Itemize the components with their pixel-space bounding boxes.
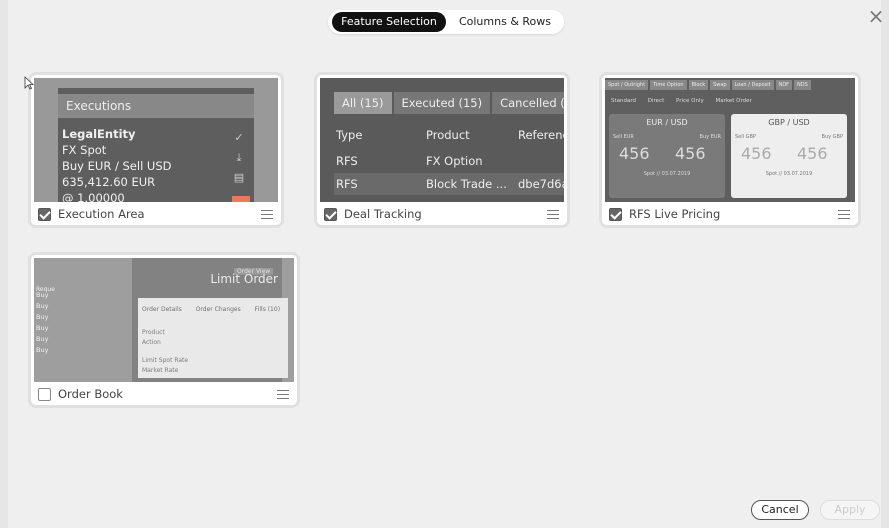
table-row: Buy [36,335,49,343]
cancel-button[interactable]: Cancel [751,500,809,520]
menu-icon[interactable] [838,210,850,219]
column-header: Product [426,128,470,142]
table-row: Buy [36,346,49,354]
table-cell: RFS [336,154,358,168]
tab-feature-selection[interactable]: Feature Selection [332,12,446,32]
sell-price: 456 [741,144,772,163]
sell-price: 456 [619,144,650,163]
order-book-checkbox[interactable] [38,388,51,401]
preview-line: 635,412.60 EUR [62,175,156,189]
execution-area-preview: Executions LegalEntity FX Spot Buy EUR /… [34,78,278,202]
card-deal-tracking[interactable]: All (15) Executed (15) Cancelled (0) Typ… [314,72,570,228]
menu-icon[interactable] [261,210,273,219]
card-label: RFS Live Pricing [629,207,721,221]
table-cell: FX Option [426,154,483,168]
card-execution-area[interactable]: Executions LegalEntity FX Spot Buy EUR /… [28,72,284,228]
buy-price: 456 [797,144,828,163]
order-book-preview: Order View Limit Order Order Details Ord… [34,258,294,382]
deal-tracking-checkbox[interactable] [324,208,337,221]
table-cell: dbe7d6af [518,177,564,191]
column-header: Reference [518,128,564,142]
card-label: Order Book [58,387,123,401]
preview-tab: Order Changes [195,306,241,313]
table-row: Buy [36,302,49,310]
preview-tab: Spot / Outright [605,80,649,90]
apply-button[interactable]: Apply [820,500,880,520]
sell-label: Sell GBP [735,134,756,140]
preview-subtab: Market Order [715,98,752,104]
deal-tracking-preview: All (15) Executed (15) Cancelled (0) Typ… [320,78,564,202]
download-icon: ⤓ [236,151,242,164]
preview-tab: Block [688,80,709,90]
card-order-book[interactable]: Order View Limit Order Order Details Ord… [28,252,300,408]
view-toggle: Feature Selection Columns & Rows [328,10,564,34]
sell-label: Sell EUR [613,134,634,140]
table-row: Buy [36,324,49,332]
preview-field: Product [142,329,165,336]
currency-pair: GBP / USD [768,118,810,127]
feature-dialog: Feature Selection Columns & Rows × Execu… [8,0,884,528]
rfs-tile: EUR / USD Sell EUR Buy EUR 456 456 Spot … [609,114,725,198]
value-date: Spot // 03.07.2019 [765,171,813,177]
preview-field: Market Rate [142,367,179,374]
card-label: Execution Area [58,207,145,221]
buy-label: Buy EUR [699,134,721,140]
preview-tab: All (15) [334,92,392,114]
preview-subtab: Price Only [676,98,704,104]
table-cell: Block Trade ... [426,177,507,191]
preview-line: @ 1.00000 [62,191,125,202]
preview-tab: Swap [710,80,730,90]
table-cell: RFS [336,177,358,191]
table-row: Buy [36,313,49,321]
column-header: Type [336,128,363,142]
rfs-tile: GBP / USD Sell GBP Buy GBP 456 456 Spot … [731,114,847,198]
execution-area-checkbox[interactable] [38,208,51,221]
menu-icon[interactable] [547,210,559,219]
value-date: Spot // 03.07.2019 [643,171,691,177]
preview-tab: NDF [775,80,793,90]
table-row: Buy [36,291,49,299]
tab-columns-rows[interactable]: Columns & Rows [450,12,560,32]
preview-tab: Order Details [142,306,182,313]
close-icon[interactable]: × [866,6,886,26]
preview-subtab: Standard [611,98,637,104]
menu-icon[interactable] [277,390,289,399]
preview-line: LegalEntity [62,127,136,141]
preview-tab: Loan / Deposit [731,80,774,90]
rfs-live-pricing-checkbox[interactable] [609,208,622,221]
currency-pair: EUR / USD [646,118,688,127]
preview-tab: NDS [794,80,811,90]
preview-tab: Time Option [650,80,687,90]
card-rfs-live-pricing[interactable]: Spot / Outright Time Option Block Swap L… [599,72,861,228]
card-label: Deal Tracking [344,207,422,221]
preview-tab: Executed (15) [393,92,491,114]
buy-price: 456 [675,144,706,163]
preview-field: Action [142,339,161,346]
preview-field: Limit Spot Rate [142,357,189,364]
preview-title: Limit Order [210,272,278,286]
check-icon: ✓ [234,131,244,144]
preview-line: FX Spot [62,143,107,157]
print-icon: ▤ [233,171,245,184]
preview-tab: Cancelled (0) [492,92,564,114]
rfs-live-pricing-preview: Spot / Outright Time Option Block Swap L… [605,78,855,202]
preview-tab: Fills (10) [254,306,281,313]
mouse-cursor-icon [24,76,34,90]
buy-label: Buy GBP [821,134,843,140]
preview-subtab: Direct [647,98,665,104]
preview-title: Executions [58,94,254,118]
preview-line: Buy EUR / Sell USD [62,159,172,173]
